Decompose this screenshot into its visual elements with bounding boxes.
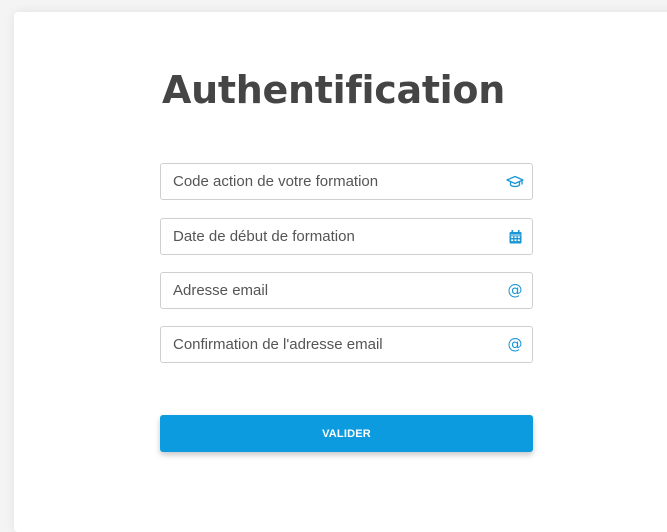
at-symbol: @ bbox=[507, 281, 523, 299]
calendar-icon[interactable] bbox=[498, 219, 532, 254]
start-date-field[interactable] bbox=[160, 218, 533, 255]
email-confirmation-field[interactable]: @ bbox=[160, 326, 533, 363]
email-confirmation-input[interactable] bbox=[161, 327, 498, 362]
at-icon: @ bbox=[498, 273, 532, 308]
email-input[interactable] bbox=[161, 273, 498, 308]
start-date-input[interactable] bbox=[161, 219, 498, 254]
submit-button[interactable]: VALIDER bbox=[160, 415, 533, 452]
email-field[interactable]: @ bbox=[160, 272, 533, 309]
training-code-input[interactable] bbox=[161, 164, 498, 199]
page-title: Authentification bbox=[162, 68, 505, 112]
at-symbol: @ bbox=[507, 335, 523, 353]
at-icon: @ bbox=[498, 327, 532, 362]
graduation-cap-icon bbox=[498, 164, 532, 199]
training-code-field[interactable] bbox=[160, 163, 533, 200]
